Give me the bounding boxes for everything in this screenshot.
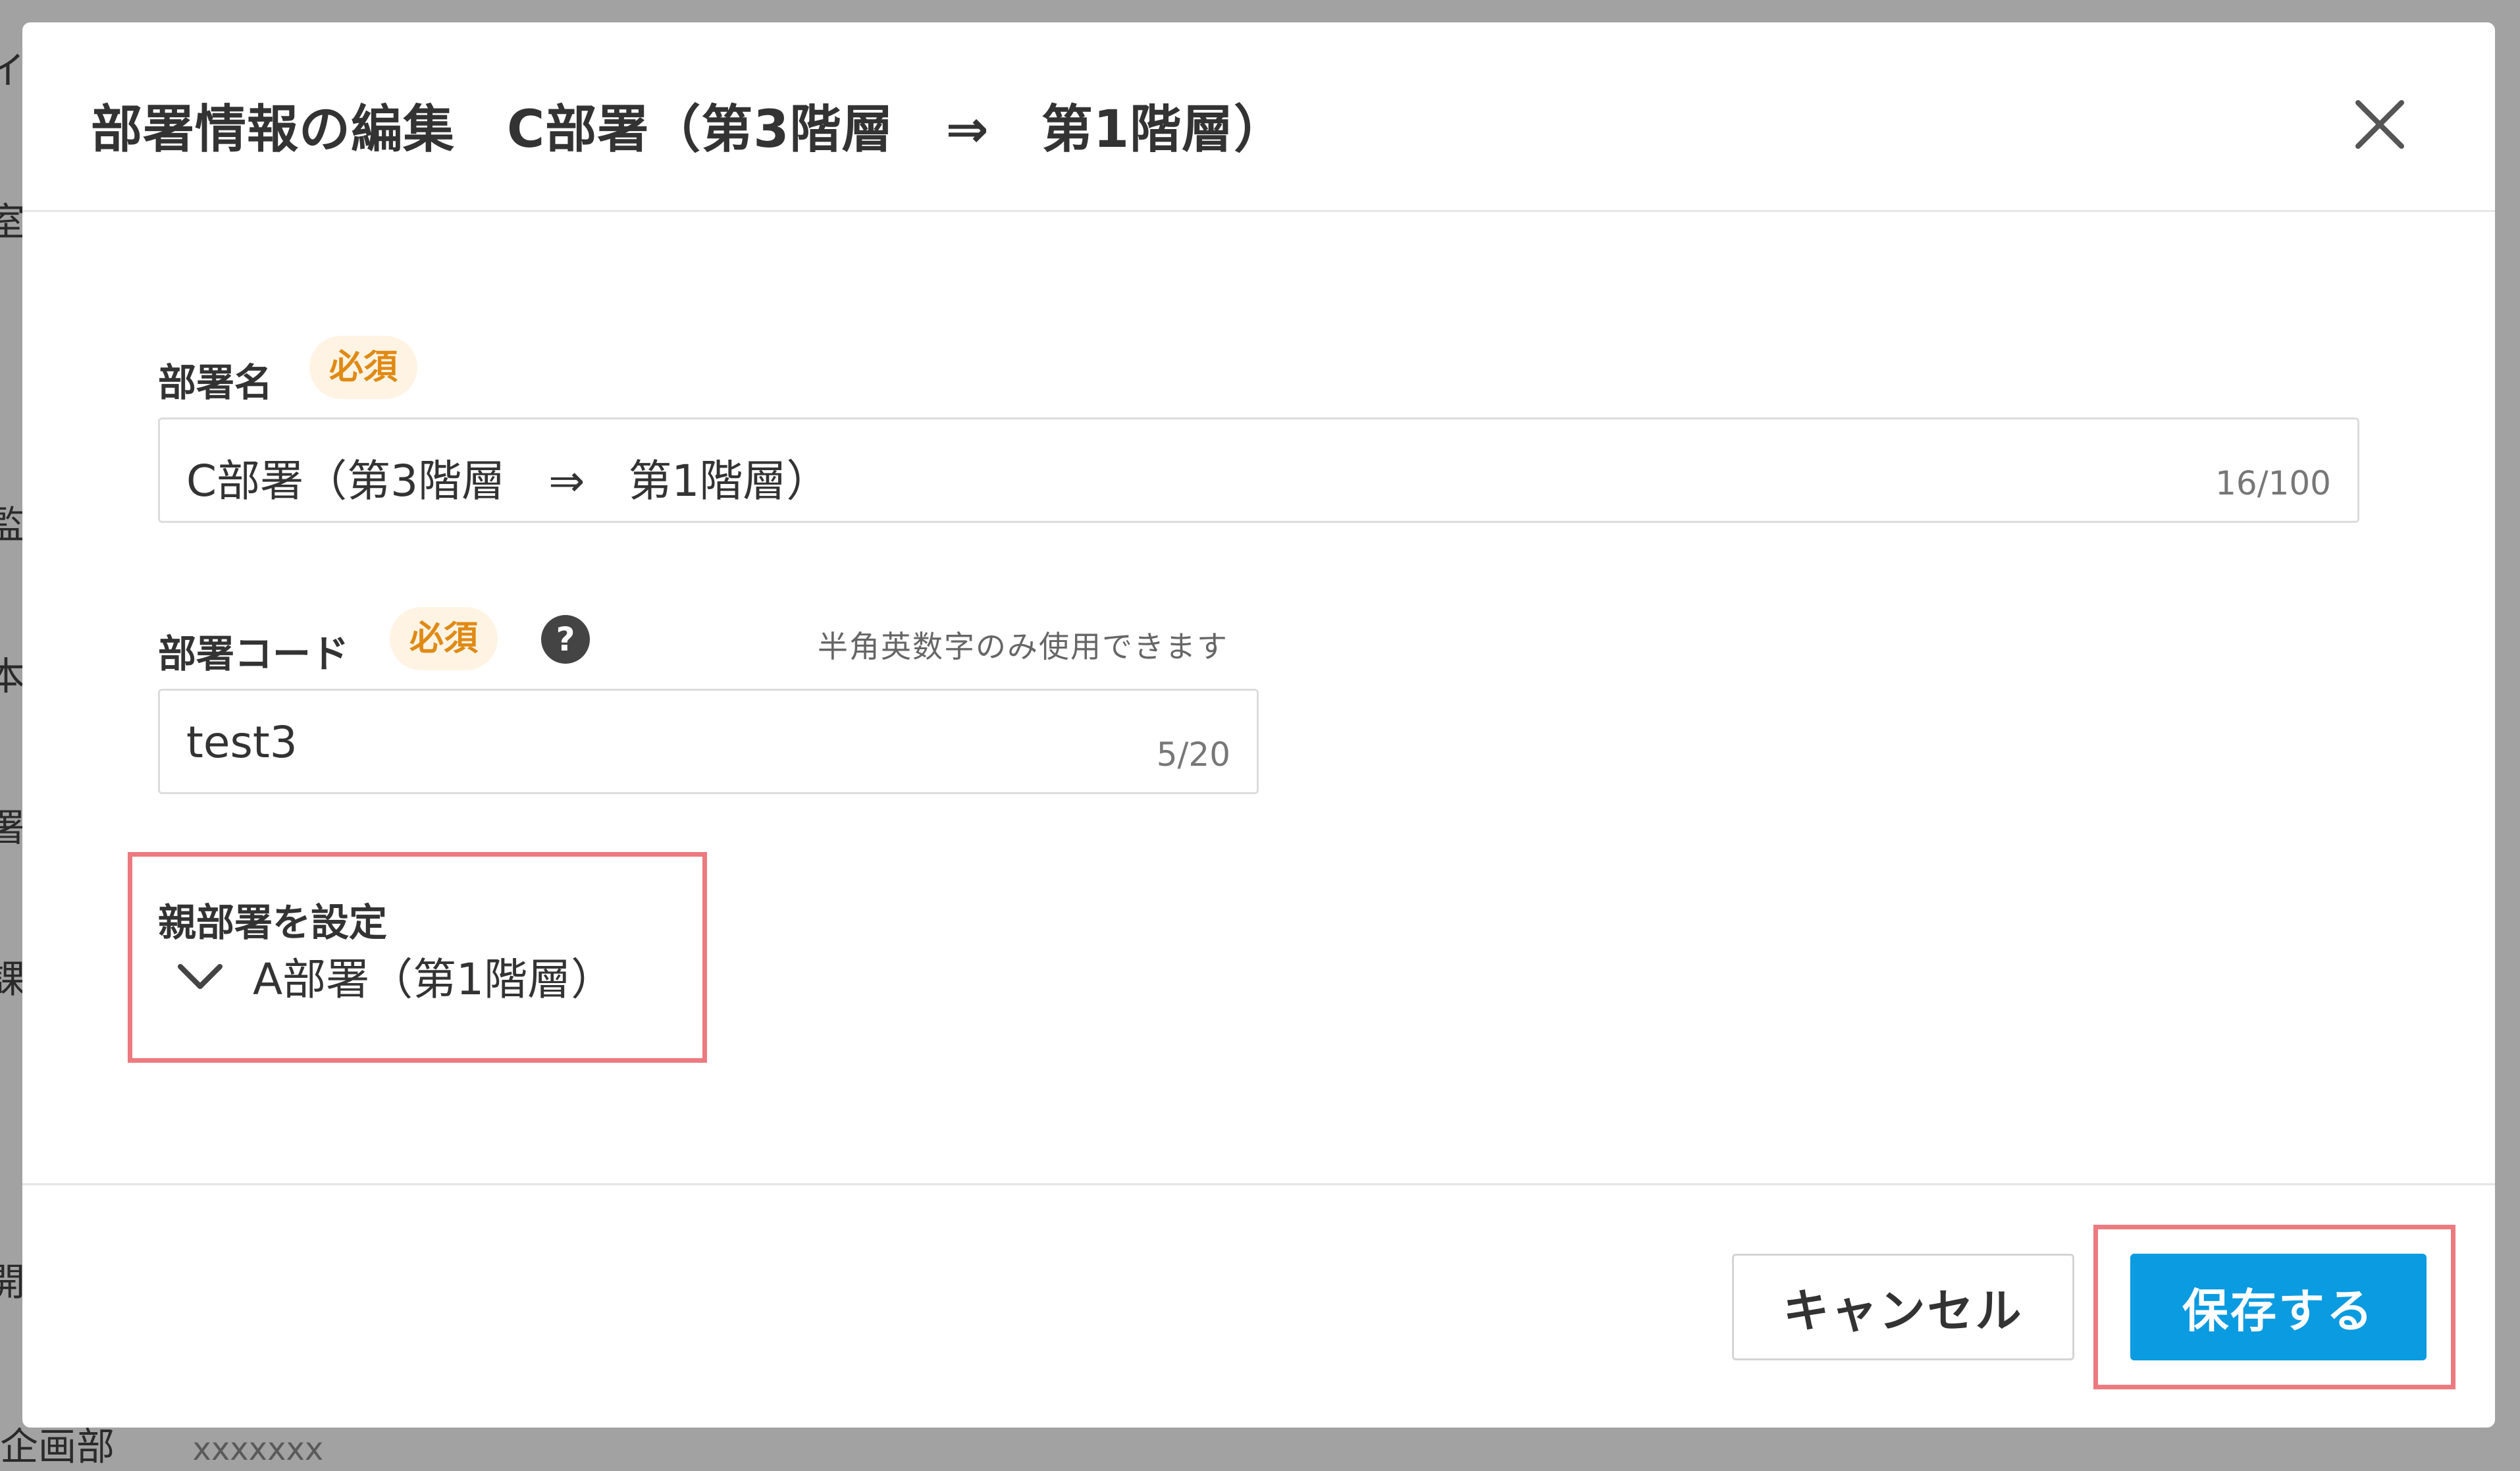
background-fragment: 室: [0, 200, 26, 244]
dialog-footer-divider: [22, 1183, 2495, 1185]
svg-text:?: ?: [556, 620, 575, 658]
department-code-hint: 半角英数字のみ使用できます: [818, 629, 1228, 664]
department-code-label: 部署コード: [158, 631, 350, 676]
background-fragment: 監: [0, 502, 26, 547]
background-fragment: 開: [0, 1260, 26, 1304]
department-name-counter: 16/100: [2215, 464, 2331, 502]
required-badge: 必須: [309, 336, 418, 399]
dialog-title: 部署情報の編集 C部署（第3階層 ⇒ 第1階層）: [91, 100, 1286, 159]
department-name-input[interactable]: C部署（第3階層 ⇒ 第1階層） 16/100: [158, 417, 2359, 523]
background-fragment: 課: [0, 957, 26, 1002]
close-icon: [2355, 100, 2404, 149]
background-fragment: 署: [0, 805, 26, 850]
background-row-name: 企画部: [0, 1424, 115, 1469]
department-code-counter: 5/20: [1156, 735, 1230, 774]
help-button[interactable]: ?: [541, 615, 590, 664]
close-button[interactable]: [2344, 88, 2416, 161]
edit-department-dialog: 部署情報の編集 C部署（第3階層 ⇒ 第1階層） 部署名 必須 C部署（第3階層…: [22, 22, 2495, 1428]
background-fragment: 本: [0, 654, 26, 699]
parent-department-select[interactable]: A部署（第1階層）: [174, 944, 614, 1007]
dialog-header: 部署情報の編集 C部署（第3階層 ⇒ 第1階層）: [22, 22, 2495, 212]
department-name-value: C部署（第3階層 ⇒ 第1階層）: [186, 456, 830, 506]
question-circle-icon: ?: [541, 615, 590, 664]
save-button[interactable]: 保存する: [2130, 1254, 2427, 1360]
parent-department-label: 親部署を設定: [158, 900, 388, 945]
department-code-value: test3: [186, 717, 298, 768]
department-name-label: 部署名: [158, 360, 273, 405]
background-fragment: イ: [0, 48, 26, 93]
required-badge: 必須: [390, 607, 498, 670]
parent-department-value: A部署（第1階層）: [253, 954, 615, 1005]
cancel-button[interactable]: キャンセル: [1732, 1254, 2074, 1360]
chevron-down-icon: [178, 964, 223, 989]
department-code-input[interactable]: test3 5/20: [158, 689, 1259, 794]
background-row-value: xxxxxxx: [192, 1431, 324, 1468]
